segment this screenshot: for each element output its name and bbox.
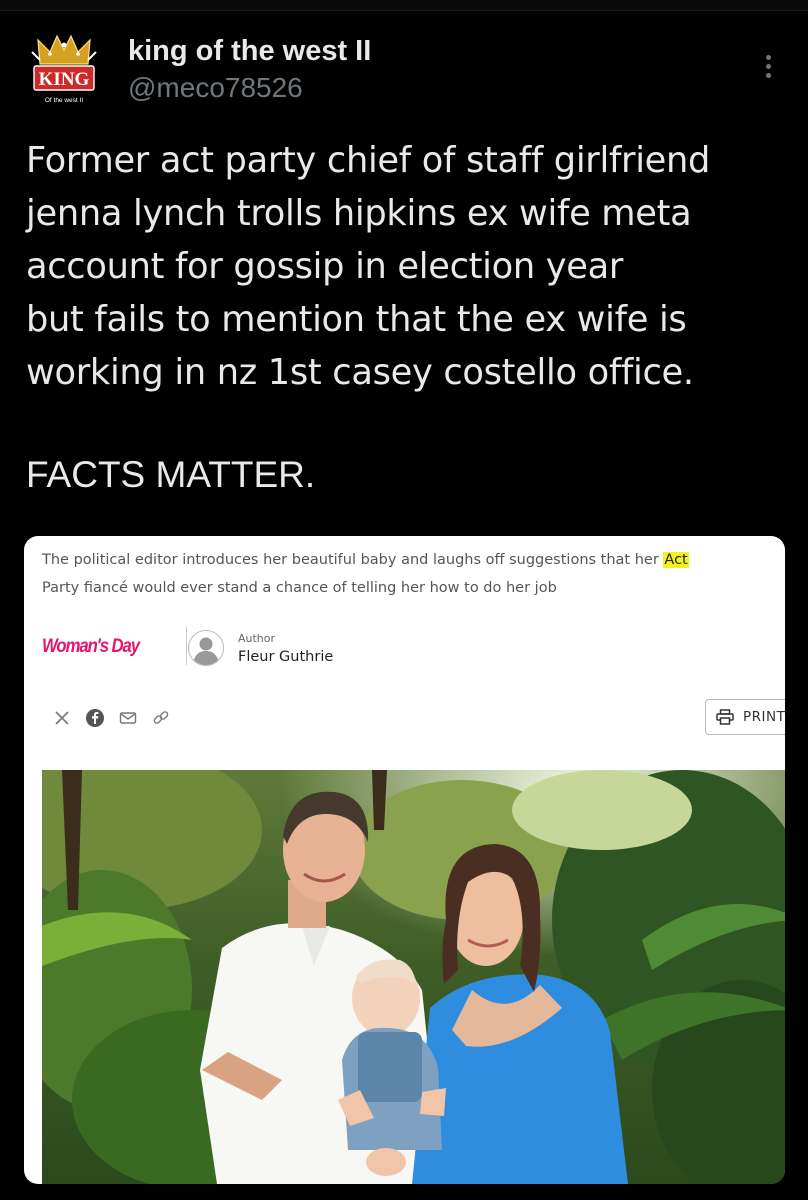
printer-icon <box>716 709 734 725</box>
share-bar <box>52 708 171 728</box>
family-photo-icon <box>42 770 785 1184</box>
author-block: king of the west II @meco78526 <box>128 34 371 106</box>
tweet-text: Former act party chief of staff girlfrie… <box>26 140 711 393</box>
crown-icon: KING Of the west II <box>31 34 97 104</box>
user-handle[interactable]: @meco78526 <box>128 70 371 106</box>
subhead-text-after: Party fiancé would ever stand a chance o… <box>42 580 557 596</box>
article-subhead: The political editor introduces her beau… <box>42 546 772 602</box>
article-screenshot-card[interactable]: The political editor introduces her beau… <box>24 536 785 1184</box>
profile-avatar[interactable]: KING Of the west II <box>26 30 102 106</box>
subhead-highlight: Act <box>663 552 689 568</box>
display-name[interactable]: king of the west II <box>128 34 371 68</box>
subhead-text-before: The political editor introduces her beau… <box>42 552 664 568</box>
top-divider <box>0 0 808 11</box>
tweet-closing-text: FACTS MATTER. <box>26 454 316 495</box>
facebook-icon[interactable] <box>85 708 105 728</box>
author-label: Author <box>238 632 276 645</box>
print-button[interactable]: PRINT <box>705 699 785 735</box>
avatar-logo-text: KING <box>39 69 90 90</box>
link-icon[interactable] <box>151 708 171 728</box>
print-label: PRINT <box>743 709 785 725</box>
more-vertical-icon[interactable] <box>752 46 784 86</box>
byline-divider <box>186 627 187 665</box>
author-name[interactable]: Fleur Guthrie <box>238 649 333 665</box>
x-icon[interactable] <box>52 708 72 728</box>
womans-day-logo[interactable]: Woman's Day <box>42 636 140 658</box>
author-avatar-icon <box>188 630 224 666</box>
email-icon[interactable] <box>118 708 138 728</box>
avatar-logo-caption: Of the west II <box>45 97 83 104</box>
